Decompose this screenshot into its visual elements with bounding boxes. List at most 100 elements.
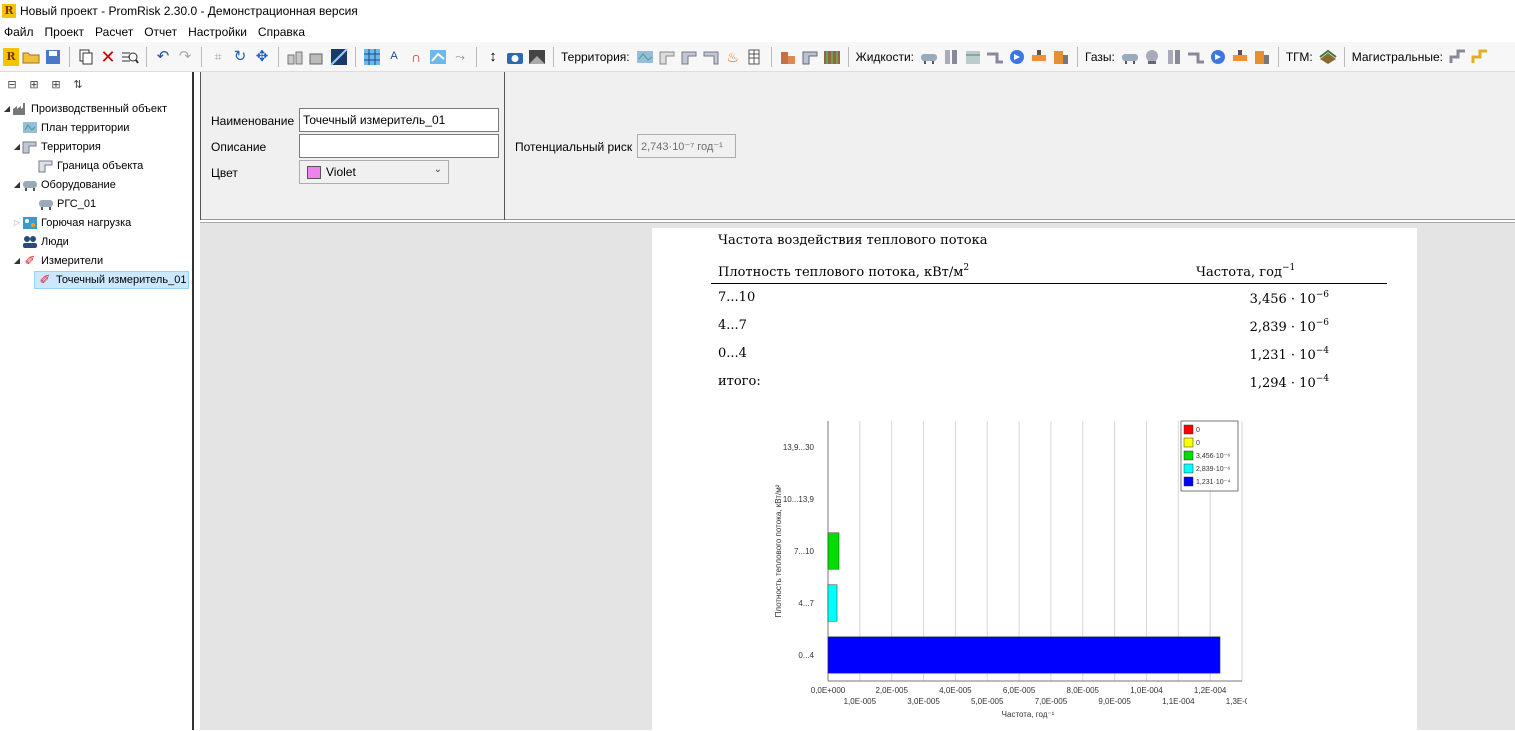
greenhouse-icon[interactable] [822,47,842,67]
text-icon[interactable]: A [384,47,404,67]
equipment-icon [22,178,38,192]
route-icon[interactable] [428,47,448,67]
fire-icon[interactable]: ♨ [723,47,743,67]
layer-icon[interactable] [329,47,349,67]
tree-item-label: Измерители [41,254,104,267]
save-icon[interactable] [43,47,63,67]
trunk-pipe-icon[interactable] [1448,47,1468,67]
collapse-all-icon[interactable]: ⊟ [4,78,20,92]
tree-item-point-meter-01[interactable]: ✐ Точечный измеритель_01 [0,270,192,289]
camera-icon[interactable] [505,47,525,67]
undo-icon[interactable]: ↶ [153,47,173,67]
gas-compressor-icon[interactable] [1208,47,1228,67]
wall-icon[interactable] [800,47,820,67]
color-select[interactable]: Violet ⌄ [299,160,449,184]
grid-icon[interactable] [362,47,382,67]
tree-item-rgs01[interactable]: РГС_01 [0,194,192,213]
people-icon [22,235,38,249]
menu-project[interactable]: Проект [41,25,92,39]
tree-item-meters[interactable]: ◢ ✐ Измерители [0,251,192,270]
collapse-arrow-icon[interactable]: ◢ [12,142,22,151]
toolbar-separator [1277,46,1279,67]
collapse-arrow-icon[interactable]: ◢ [2,104,12,113]
sort-icon[interactable]: ⇅ [70,78,86,92]
name-label: Наименование [211,114,295,128]
tree-item-territory[interactable]: ◢ Территория [0,137,192,156]
x-tick-label: 1,0E-004 [1130,686,1163,695]
gas-pipe-icon[interactable] [1186,47,1206,67]
rotate-icon[interactable]: ↻ [230,47,250,67]
menu-file[interactable]: Файл [0,25,41,39]
y-tick-label: 7...10 [794,547,815,556]
delete-icon[interactable]: ✕ [98,47,118,67]
expand-icon[interactable]: ⊞ [48,78,64,92]
liquid-tank-icon[interactable] [919,47,939,67]
table-row-frequency: 1,231 · 10−4 [1250,346,1329,363]
liquid-valve-icon[interactable] [1029,47,1049,67]
expand-arrow-icon[interactable]: ▷ [12,218,22,227]
liquid-column-icon[interactable] [941,47,961,67]
draw-tool-icon[interactable] [285,47,305,67]
brick-building-icon[interactable] [778,47,798,67]
gas-column-icon[interactable] [1164,47,1184,67]
path-icon[interactable]: ⤳ [450,47,470,67]
tree-item-selected: ✐ Точечный измеритель_01 [34,270,190,289]
image-icon[interactable] [527,47,547,67]
gas-station-icon[interactable] [1252,47,1272,67]
move-icon[interactable]: ✥ [252,47,272,67]
magnet-icon[interactable]: ∩ [406,47,426,67]
tree-item-fire-load[interactable]: ▷ Горючая нагрузка [0,213,192,232]
tree-item-equipment[interactable]: ◢ Оборудование [0,175,192,194]
redo-icon[interactable]: ↷ [175,47,195,67]
liquids-label: Жидкости: [855,49,915,64]
liquid-station-icon[interactable] [1051,47,1071,67]
territory-shape-icon[interactable] [657,47,677,67]
liquid-pipe-icon[interactable] [985,47,1005,67]
territory-map-icon[interactable] [635,47,655,67]
new-project-icon[interactable]: R [3,47,19,66]
table-header-frequency-text: Частота, год [1196,265,1282,280]
description-field[interactable] [299,134,499,158]
expand-all-icon[interactable]: ⊞ [26,78,42,92]
menu-help[interactable]: Справка [254,25,312,39]
boundary-icon [38,159,54,173]
table-row-frequency-exp: −4 [1315,374,1329,384]
name-field[interactable]: Точечный измеритель_01 [299,108,499,132]
tree-item-people[interactable]: Люди [0,232,192,251]
table-row-frequency-mantissa: 3,456 · 10 [1249,292,1316,307]
description-label: Описание [211,140,267,154]
legend-label: 0 [1196,427,1200,434]
tree-toolbar: ⊟ ⊞ ⊞ ⇅ [0,72,192,98]
territory-shape-icon[interactable] [679,47,699,67]
grid-building-icon[interactable] [745,47,765,67]
pin-icon: ✐ [24,252,36,268]
tree-item-label: Точечный измеритель_01 [56,273,187,286]
x-tick-label: 9,0E-005 [1098,697,1131,706]
select-icon[interactable]: ⌗ [208,47,228,67]
gas-valve-icon[interactable] [1230,47,1250,67]
copy-icon[interactable] [76,47,96,67]
menu-settings[interactable]: Настройки [184,25,254,39]
tree-item-production-object[interactable]: ◢ Производственный объект [0,99,192,118]
menu-report[interactable]: Отчет [140,25,184,39]
report-viewer[interactable]: Частота воздействия теплового потока Пло… [200,222,1515,731]
liquid-vessel-icon[interactable] [963,47,983,67]
collapse-arrow-icon[interactable]: ◢ [12,180,22,189]
building-icon[interactable] [307,47,327,67]
tgm-stack-icon[interactable] [1318,47,1338,67]
menu-calculation[interactable]: Расчет [91,25,140,39]
tree-item-territory-plan[interactable]: План территории [0,118,192,137]
trunk-pipe-yellow-icon[interactable] [1470,47,1490,67]
measure-icon[interactable]: ↕ [483,47,503,67]
tree-item-object-boundary[interactable]: Граница объекта [0,156,192,175]
preview-icon[interactable] [120,47,140,67]
legend-label: 1,231·10⁻⁴ [1196,479,1230,486]
liquid-pump-icon[interactable] [1007,47,1027,67]
table-row-frequency: 3,456 · 10−6 [1250,290,1329,307]
territory-shape-icon[interactable] [701,47,721,67]
gas-sphere-icon[interactable] [1142,47,1162,67]
collapse-arrow-icon[interactable]: ◢ [12,256,22,265]
tree-item-label: План территории [41,121,130,134]
open-folder-icon[interactable] [21,47,41,67]
gas-tank-icon[interactable] [1120,47,1140,67]
